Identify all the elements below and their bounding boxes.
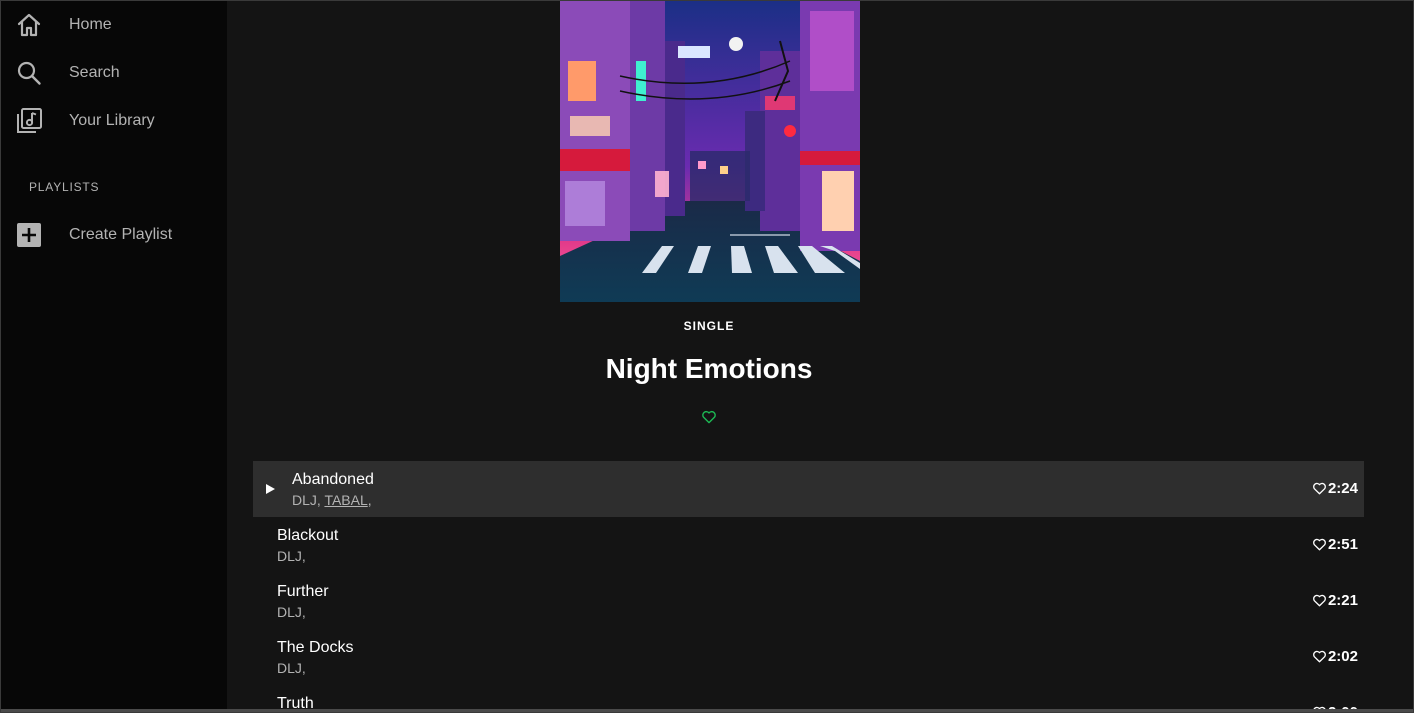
album-type-label: SINGLE	[683, 319, 735, 333]
plus-square-icon	[15, 221, 43, 249]
track-title: Abandoned	[292, 471, 374, 488]
track-artists: DLJ,	[277, 604, 306, 620]
track-actions: 2:51	[1312, 536, 1358, 553]
track-title: The Docks	[277, 639, 354, 656]
track-duration: 2:21	[1327, 592, 1358, 609]
track-artists: DLJ,	[277, 548, 306, 564]
track-row[interactable]: Blackout DLJ, 2:51	[253, 517, 1364, 573]
track-duration: 2:02	[1327, 648, 1358, 665]
track-row[interactable]: The Docks DLJ, 2:02	[253, 629, 1364, 685]
track-row[interactable]: Further DLJ, 2:21	[253, 573, 1364, 629]
main-content: SINGLE Night Emotions Abandoned DLJ, TAB…	[227, 1, 1413, 712]
track-title: Further	[277, 583, 329, 600]
track-title: Blackout	[277, 527, 339, 544]
sidebar-item-home[interactable]: Home	[1, 5, 227, 45]
track-actions: 2:21	[1312, 592, 1358, 609]
heart-outline-icon[interactable]	[701, 409, 717, 425]
heart-outline-icon[interactable]	[1312, 537, 1327, 552]
library-icon	[15, 107, 43, 135]
track-duration: 2:51	[1327, 536, 1358, 553]
heart-outline-icon[interactable]	[1312, 649, 1327, 664]
sidebar: Home Search Your Library PLAYLISTS Creat…	[1, 1, 227, 712]
playlists-heading: PLAYLISTS	[29, 180, 100, 194]
track-list: Abandoned DLJ, TABAL, 2:24 Blackout DLJ,…	[253, 461, 1364, 712]
track-actions: 2:02	[1312, 648, 1358, 665]
search-icon	[15, 59, 43, 87]
bottom-edge-bar	[1, 709, 1413, 712]
artist-name: DLJ,	[292, 492, 325, 508]
heart-outline-icon[interactable]	[1312, 481, 1327, 496]
track-row[interactable]: Abandoned DLJ, TABAL, 2:24	[253, 461, 1364, 517]
track-artists: DLJ, TABAL,	[292, 492, 372, 508]
artist-separator: ,	[367, 492, 372, 508]
track-actions: 2:24	[1312, 480, 1358, 497]
track-duration: 2:24	[1327, 480, 1358, 497]
album-title: Night Emotions	[605, 353, 813, 384]
sidebar-item-library[interactable]: Your Library	[1, 101, 227, 141]
sidebar-item-label: Your Library	[69, 112, 155, 129]
sidebar-item-search[interactable]: Search	[1, 53, 227, 93]
create-playlist-label: Create Playlist	[69, 226, 173, 243]
play-icon[interactable]	[263, 481, 277, 497]
create-playlist-button[interactable]: Create Playlist	[1, 215, 227, 255]
album-cover	[560, 1, 860, 302]
artist-link[interactable]: TABAL	[324, 492, 367, 508]
heart-outline-icon[interactable]	[1312, 593, 1327, 608]
sidebar-item-label: Search	[69, 64, 120, 81]
sidebar-item-label: Home	[69, 16, 112, 33]
track-artists: DLJ,	[277, 660, 306, 676]
home-icon	[15, 11, 43, 39]
app-window: Home Search Your Library PLAYLISTS Creat…	[0, 0, 1414, 713]
